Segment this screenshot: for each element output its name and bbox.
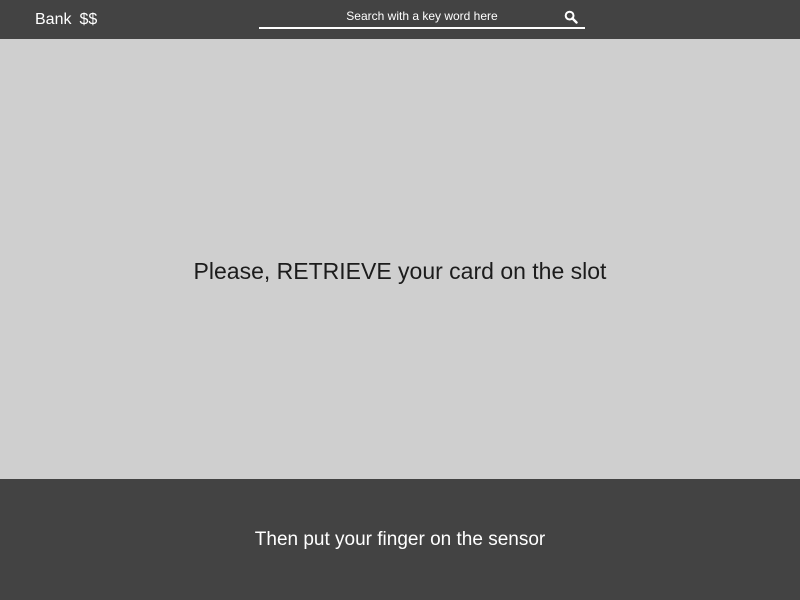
brand-name: Bank xyxy=(35,11,72,28)
brand-logo: Bank $$ xyxy=(35,10,97,30)
search-input[interactable] xyxy=(259,6,559,26)
retrieve-card-message: Please, RETRIEVE your card on the slot xyxy=(193,258,607,284)
brand-symbol: $$ xyxy=(79,11,98,28)
search-icon[interactable] xyxy=(564,10,578,24)
footer-bar: Then put your finger on the sensor xyxy=(0,479,800,600)
search-bar xyxy=(259,6,585,29)
main-content: Please, RETRIEVE your card on the slot xyxy=(0,39,800,479)
fingerprint-instruction: Then put your finger on the sensor xyxy=(254,529,546,550)
atm-screen: Bank $$ Please, RETRIEVE your card on the… xyxy=(0,0,800,600)
top-bar: Bank $$ xyxy=(0,0,800,39)
